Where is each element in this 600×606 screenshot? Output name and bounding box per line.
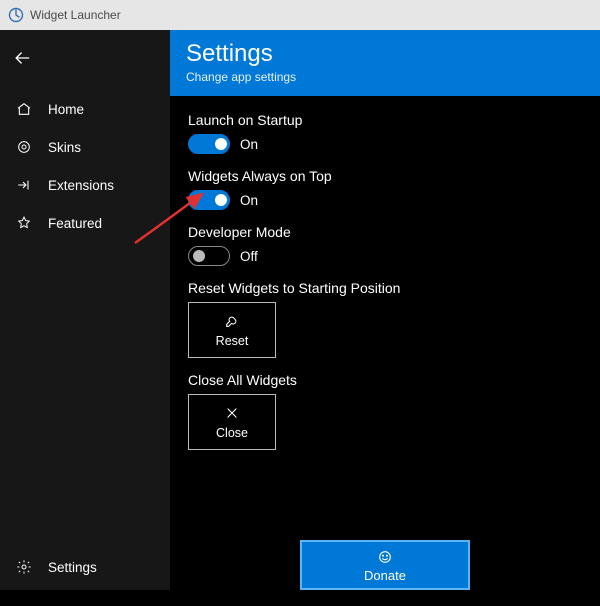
toggle-state: On <box>240 193 258 208</box>
back-button[interactable] <box>0 36 44 80</box>
toggle-state: On <box>240 137 258 152</box>
button-label: Donate <box>364 568 406 583</box>
sidebar: Home Skins Extensions Featured <box>0 30 170 590</box>
page-title: Settings <box>186 40 584 68</box>
button-label: Close <box>216 426 248 440</box>
toggle-state: Off <box>240 249 258 264</box>
content: Settings Change app settings Launch on S… <box>170 30 600 590</box>
setting-label: Developer Mode <box>188 224 582 240</box>
sidebar-item-label: Skins <box>48 140 81 155</box>
settings-icon <box>14 557 34 577</box>
sidebar-item-label: Featured <box>48 216 102 231</box>
sidebar-item-label: Home <box>48 102 84 117</box>
toggle-developer-mode[interactable] <box>188 246 230 266</box>
setting-label: Widgets Always on Top <box>188 168 582 184</box>
titlebar: Widget Launcher <box>0 0 600 30</box>
setting-developer-mode: Developer Mode Off <box>188 224 582 266</box>
setting-label: Reset Widgets to Starting Position <box>188 280 582 296</box>
setting-label: Close All Widgets <box>188 372 582 388</box>
home-icon <box>14 99 34 119</box>
wrench-icon <box>223 312 241 330</box>
sidebar-item-label: Extensions <box>48 178 114 193</box>
toggle-always-on-top[interactable] <box>188 190 230 210</box>
setting-launch-on-startup: Launch on Startup On <box>188 112 582 154</box>
sidebar-item-extensions[interactable]: Extensions <box>0 166 170 204</box>
sidebar-item-settings[interactable]: Settings <box>0 548 170 586</box>
featured-icon <box>14 213 34 233</box>
app-title: Widget Launcher <box>30 8 121 22</box>
sidebar-item-skins[interactable]: Skins <box>0 128 170 166</box>
extensions-icon <box>14 175 34 195</box>
skins-icon <box>14 137 34 157</box>
setting-reset-widgets: Reset Widgets to Starting Position Reset <box>188 280 582 358</box>
setting-always-on-top: Widgets Always on Top On <box>188 168 582 210</box>
setting-label: Launch on Startup <box>188 112 582 128</box>
setting-close-widgets: Close All Widgets Close <box>188 372 582 450</box>
close-icon <box>223 404 241 422</box>
sidebar-item-featured[interactable]: Featured <box>0 204 170 242</box>
page-header: Settings Change app settings <box>170 30 600 96</box>
sidebar-item-label: Settings <box>48 560 97 575</box>
reset-button[interactable]: Reset <box>188 302 276 358</box>
toggle-launch-on-startup[interactable] <box>188 134 230 154</box>
smile-icon <box>376 548 394 566</box>
page-subtitle: Change app settings <box>186 70 584 84</box>
sidebar-item-home[interactable]: Home <box>0 90 170 128</box>
app-icon <box>8 7 24 23</box>
donate-button[interactable]: Donate <box>300 540 470 590</box>
close-button[interactable]: Close <box>188 394 276 450</box>
button-label: Reset <box>216 334 249 348</box>
